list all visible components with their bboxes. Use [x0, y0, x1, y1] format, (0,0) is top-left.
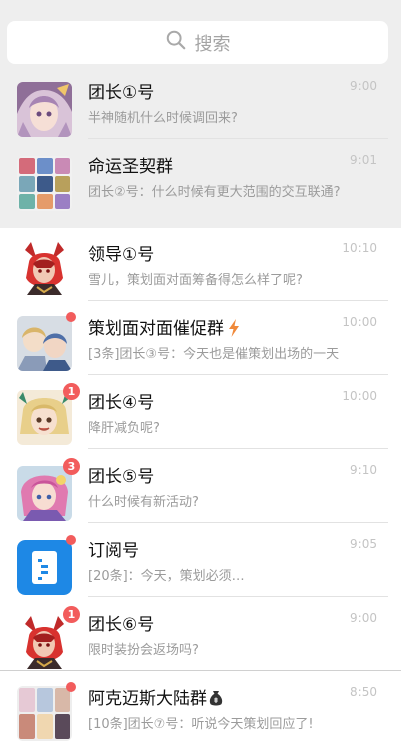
conversation-preview: 什么时候有新活动? [88, 495, 199, 510]
avatar [17, 82, 72, 137]
conversation-item[interactable]: 团长①号 9:00 半神随机什么时候调回来? [0, 66, 401, 139]
conversation-item[interactable]: 1 团长⑥号 9:00 限时装扮会返场吗? [0, 598, 401, 671]
conversation-time: 8:50 [350, 685, 377, 699]
conversation-preview: 降肝减负呢? [88, 421, 160, 436]
conversation-title: 团长④号 [88, 393, 155, 413]
conversation-preview: 半神随机什么时候调回来? [88, 111, 238, 126]
lightning-icon [228, 319, 240, 342]
conversation-preview: 团长②号：什么时候有更大范围的交互联通? [88, 185, 341, 200]
conversation-time: 9:10 [350, 463, 377, 477]
conversation-time: 10:00 [342, 315, 377, 329]
unread-badge: 1 [63, 383, 80, 400]
conversation-title: 订阅号 [88, 541, 139, 561]
avatar [17, 614, 72, 669]
search-icon [165, 29, 187, 56]
conversation-item[interactable]: 订阅号 9:05 [20条]：今天，策划必须… [0, 524, 401, 597]
conversation-time: 10:10 [342, 241, 377, 255]
conversation-time: 9:01 [350, 153, 377, 167]
conversation-preview: [20条]：今天，策划必须… [88, 569, 245, 584]
conversation-preview: 雪儿，策划面对面筹备得怎么样了呢? [88, 273, 303, 288]
conversation-preview: 限时装扮会返场吗? [88, 643, 199, 658]
conversation-item[interactable]: 3 团长⑤号 9:10 什么时候有新活动? [0, 450, 401, 523]
conversation-title: 团长⑤号 [88, 467, 155, 487]
conversation-title: 命运圣契群 [88, 157, 173, 177]
search-placeholder: 搜索 [194, 33, 231, 55]
unread-badge: 3 [63, 458, 80, 475]
conversation-item[interactable]: 1 团长④号 10:00 降肝减负呢? [0, 376, 401, 449]
unread-dot [66, 535, 76, 545]
money-bag-icon [209, 690, 223, 711]
conversation-time: 9:00 [350, 611, 377, 625]
avatar [17, 240, 72, 295]
conversation-item[interactable]: 策划面对面催促群 10:00 [3条]团长③号：今天也是催策划出场的一天 [0, 302, 401, 375]
avatar [17, 156, 72, 211]
conversation-title: 策划面对面催促群 [88, 314, 240, 342]
divider [88, 300, 388, 301]
avatar [17, 316, 72, 371]
divider [0, 670, 401, 671]
conversation-preview: [10条]团长⑦号：听说今天策划回应了! [88, 717, 314, 732]
conversation-item[interactable]: 命运圣契群 9:01 团长②号：什么时候有更大范围的交互联通? [0, 140, 401, 213]
unread-dot [66, 682, 76, 692]
conversation-title: 阿克迈斯大陆群 [88, 684, 223, 711]
conversation-title: 团长⑥号 [88, 615, 155, 635]
subscription-icon [17, 540, 72, 595]
conversation-preview: [3条]团长③号：今天也是催策划出场的一天 [88, 347, 340, 362]
conversation-title: 领导①号 [88, 245, 155, 265]
divider [88, 138, 388, 139]
conversation-item[interactable]: 阿克迈斯大陆群 8:50 [10条]团长⑦号：听说今天策划回应了! [0, 672, 401, 749]
conversation-item[interactable]: 领导①号 10:10 雪儿，策划面对面筹备得怎么样了呢? [0, 228, 401, 301]
divider [88, 448, 388, 449]
conversation-time: 9:05 [350, 537, 377, 551]
divider [88, 522, 388, 523]
divider [88, 596, 388, 597]
avatar [17, 686, 72, 741]
section-gap [0, 213, 401, 228]
conversation-time: 10:00 [342, 389, 377, 403]
avatar [17, 466, 72, 521]
unread-badge: 1 [63, 606, 80, 623]
conversation-title: 团长①号 [88, 83, 155, 103]
divider [88, 374, 388, 375]
avatar [17, 390, 72, 445]
unread-dot [66, 312, 76, 322]
conversation-time: 9:00 [350, 79, 377, 93]
search-bar[interactable]: 搜索 [7, 21, 388, 64]
